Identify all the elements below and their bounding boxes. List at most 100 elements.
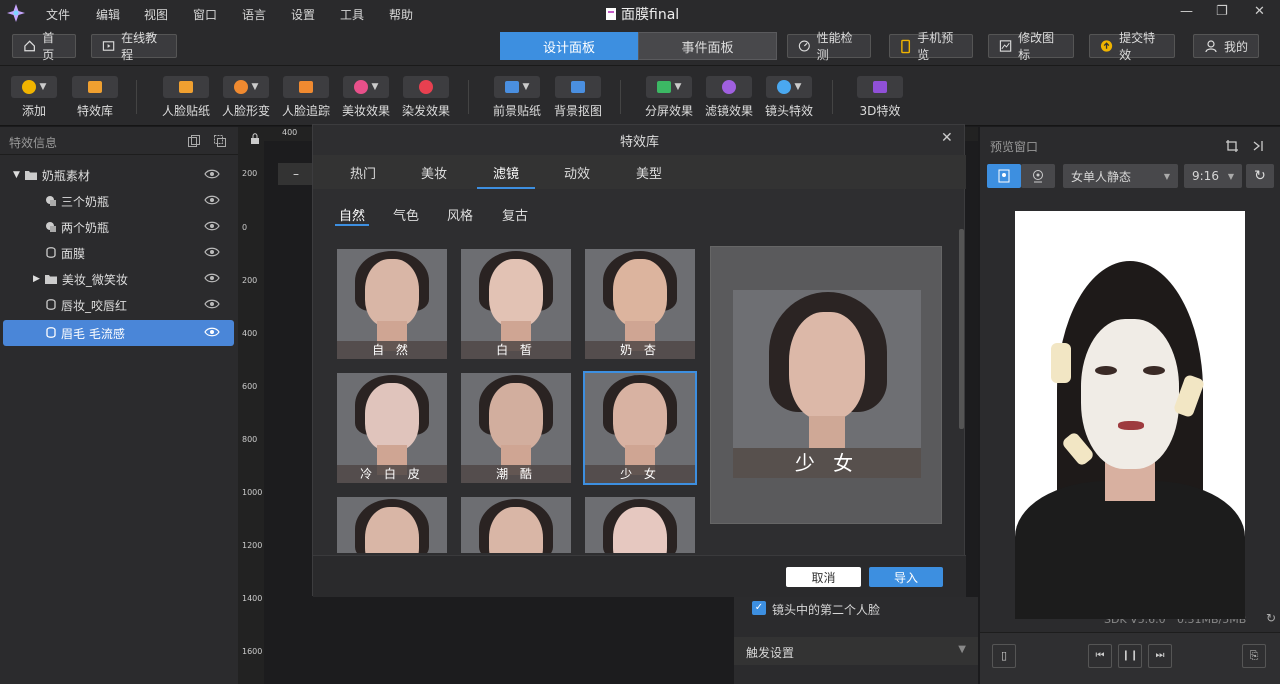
checkbox-checked[interactable]: ✓ <box>752 601 766 615</box>
export-icon[interactable]: ⎘ <box>1242 644 1266 668</box>
scrollbar[interactable] <box>959 229 964 429</box>
filter-thumbnail[interactable] <box>337 497 447 553</box>
menu-view[interactable]: 视图 <box>144 6 168 23</box>
makeup-tool[interactable]: ▼ 美妆效果 <box>342 76 390 119</box>
subtab-complexion[interactable]: 气色 <box>393 205 419 224</box>
menu-window[interactable]: 窗口 <box>193 6 217 23</box>
filter-thumbnail[interactable]: 奶 杏 <box>585 249 695 359</box>
hair-dye-tool[interactable]: 染发效果 <box>402 76 450 119</box>
bg-matting-tool[interactable]: 背景抠图 <box>554 76 602 119</box>
filter-thumbnail[interactable]: 白 皙 <box>461 249 571 359</box>
home-button[interactable]: 首页 <box>12 31 76 62</box>
tree-item[interactable]: 面膜 <box>3 240 234 266</box>
minimize-icon[interactable]: — <box>1180 4 1193 19</box>
panel-header: 特效信息 <box>0 127 238 155</box>
tutorial-button[interactable]: 在线教程 <box>91 31 177 62</box>
menu-settings[interactable]: 设置 <box>291 6 315 23</box>
camera-mode-button[interactable] <box>1021 164 1055 188</box>
tree-item[interactable]: ▼ 奶瓶素材 <box>3 162 234 188</box>
chevron-down-icon[interactable]: ▼ <box>958 644 966 655</box>
crop-icon[interactable] <box>1225 139 1239 153</box>
filter-thumbnail[interactable]: 潮 酷 <box>461 373 571 483</box>
tree-item-selected[interactable]: 眉毛 毛流感 <box>3 320 234 346</box>
zoom-out-button[interactable]: – <box>278 163 314 185</box>
next-icon[interactable]: ⏭ <box>1148 644 1172 668</box>
subtab-style[interactable]: 风格 <box>447 205 473 224</box>
tab-makeup[interactable]: 美妆 <box>421 163 447 182</box>
tree-item[interactable]: 两个奶瓶 <box>3 214 234 240</box>
maximize-icon[interactable]: ❐ <box>1216 4 1228 19</box>
face-morph-tool[interactable]: ▼ 人脸形变 <box>222 76 270 119</box>
3d-effect-tool[interactable]: 3D特效 <box>857 76 903 119</box>
phone-preview-button[interactable]: 手机预览 <box>889 31 973 62</box>
eye-icon[interactable] <box>204 272 220 284</box>
face-sticker-tool[interactable]: 人脸贴纸 <box>162 76 210 119</box>
account-button[interactable]: 我的 <box>1193 34 1259 58</box>
ruler-label: 1400 <box>242 594 263 603</box>
close-icon[interactable]: ✕ <box>941 130 953 146</box>
tree-item[interactable]: 三个奶瓶 <box>3 188 234 214</box>
collapse-icon[interactable] <box>1251 139 1265 153</box>
menu-edit[interactable]: 编辑 <box>96 6 120 23</box>
panel-title: 特效信息 <box>9 136 58 150</box>
close-icon[interactable]: ✕ <box>1254 4 1265 19</box>
refresh-icon[interactable]: ↻ <box>1266 611 1276 625</box>
foreground-sticker-tool[interactable]: ▼ 前景贴纸 <box>493 76 541 119</box>
trigger-settings-header[interactable]: 触发设置 ▼ <box>734 637 978 665</box>
tab-beauty-shape[interactable]: 美型 <box>636 163 662 182</box>
filter-thumbnail[interactable] <box>585 497 695 553</box>
eye-icon[interactable] <box>204 220 220 232</box>
eye-icon[interactable] <box>204 168 220 180</box>
foreground-sticker-label: 前景贴纸 <box>493 104 542 118</box>
caret-right-icon[interactable]: ▶ <box>33 274 40 284</box>
previous-icon[interactable]: ⏮ <box>1088 644 1112 668</box>
filter-thumbnail-label: 冷 白 皮 <box>337 465 447 483</box>
copy-icon[interactable] <box>187 134 201 148</box>
tree-item[interactable]: 唇妆_咬唇红 <box>3 292 234 318</box>
chevron-down-icon: ▼ <box>1227 171 1234 181</box>
filter-thumbnail[interactable]: 冷 白 皮 <box>337 373 447 483</box>
menu-language[interactable]: 语言 <box>242 6 266 23</box>
filter-thumbnail-selected[interactable]: 少 女 <box>583 371 697 485</box>
duplicate-icon[interactable] <box>213 134 227 148</box>
effect-library-tool[interactable]: 特效库 <box>72 76 118 119</box>
edit-icon-button[interactable]: 修改图标 <box>988 31 1074 62</box>
lens-effect-tool[interactable]: ▼ 镜头特效 <box>765 76 813 119</box>
ratio-select[interactable]: 9:16 ▼ <box>1184 164 1242 188</box>
tab-design-panel[interactable]: 设计面板 <box>500 32 638 60</box>
tab-filter[interactable]: 滤镜 <box>493 163 519 182</box>
add-icon <box>21 80 36 94</box>
subtab-natural[interactable]: 自然 <box>339 205 365 224</box>
preview-window-title: 预览窗口 <box>990 140 1039 154</box>
tab-hot[interactable]: 热门 <box>350 163 376 182</box>
filter-tool[interactable]: 滤镜效果 <box>705 76 753 119</box>
perf-check-button[interactable]: 性能检测 <box>787 31 871 62</box>
eye-icon[interactable] <box>204 298 220 310</box>
effect-info-panel: 特效信息 ▼ 奶瓶素材 三个奶瓶 两个奶瓶 面膜 ▶ 美妆_微笑妆 唇妆_咬唇红… <box>0 127 238 684</box>
menu-help[interactable]: 帮助 <box>389 6 413 23</box>
eye-icon[interactable] <box>204 246 220 258</box>
subtab-retro[interactable]: 复古 <box>502 205 528 224</box>
menu-tools[interactable]: 工具 <box>340 6 364 23</box>
face-track-tool[interactable]: 人脸追踪 <box>282 76 330 119</box>
portrait-mode-button[interactable] <box>987 164 1021 188</box>
add-tool[interactable]: ▼ 添加 <box>11 76 57 119</box>
filter-thumbnail[interactable] <box>461 497 571 553</box>
tab-event-panel[interactable]: 事件面板 <box>638 32 777 60</box>
split-screen-tool[interactable]: ▼ 分屏效果 <box>645 76 693 119</box>
caret-down-icon[interactable]: ▼ <box>13 170 20 180</box>
tab-animation[interactable]: 动效 <box>564 163 590 182</box>
model-select[interactable]: 女单人静态 ▼ <box>1063 164 1178 188</box>
eye-icon[interactable] <box>204 194 220 206</box>
refresh-icon[interactable]: ↻ <box>1246 164 1274 188</box>
submit-effect-button[interactable]: 提交特效 <box>1089 31 1175 62</box>
eye-icon[interactable] <box>204 326 220 338</box>
device-icon[interactable]: ▯ <box>992 644 1016 668</box>
import-button[interactable]: 导入 <box>869 567 943 587</box>
filter-thumbnail[interactable]: 自 然 <box>337 249 447 359</box>
lock-icon[interactable] <box>250 133 260 145</box>
menu-file[interactable]: 文件 <box>46 6 70 23</box>
pause-icon[interactable]: ❙❙ <box>1118 644 1142 668</box>
cancel-button[interactable]: 取消 <box>786 567 861 587</box>
tree-item[interactable]: ▶ 美妆_微笑妆 <box>3 266 234 292</box>
